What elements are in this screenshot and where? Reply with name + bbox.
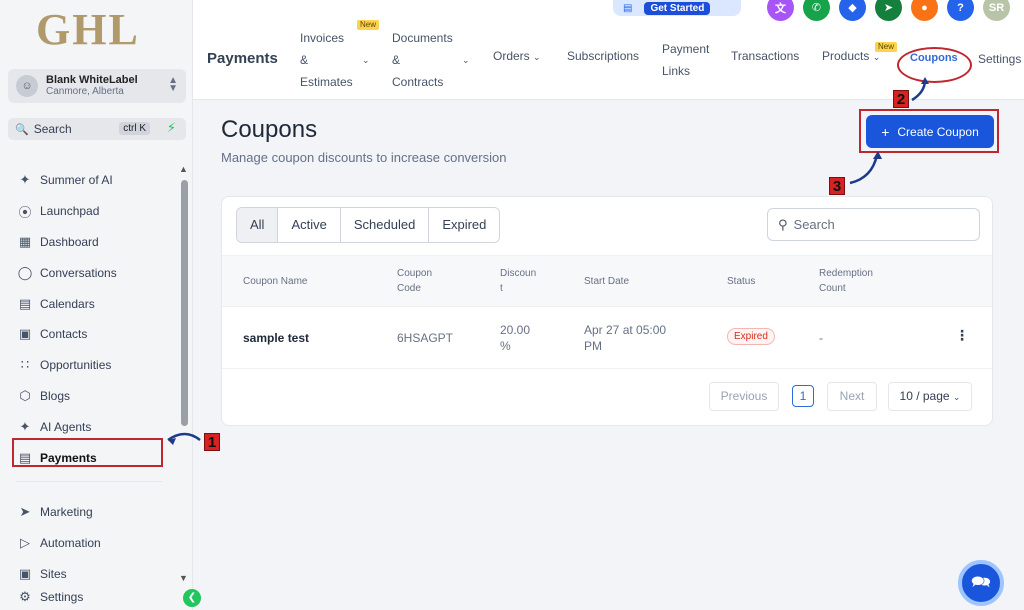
annotation-arrows xyxy=(167,77,929,445)
chat-icon: 🗪 xyxy=(971,574,991,591)
chat-support-button[interactable]: 🗪 xyxy=(958,560,1004,606)
